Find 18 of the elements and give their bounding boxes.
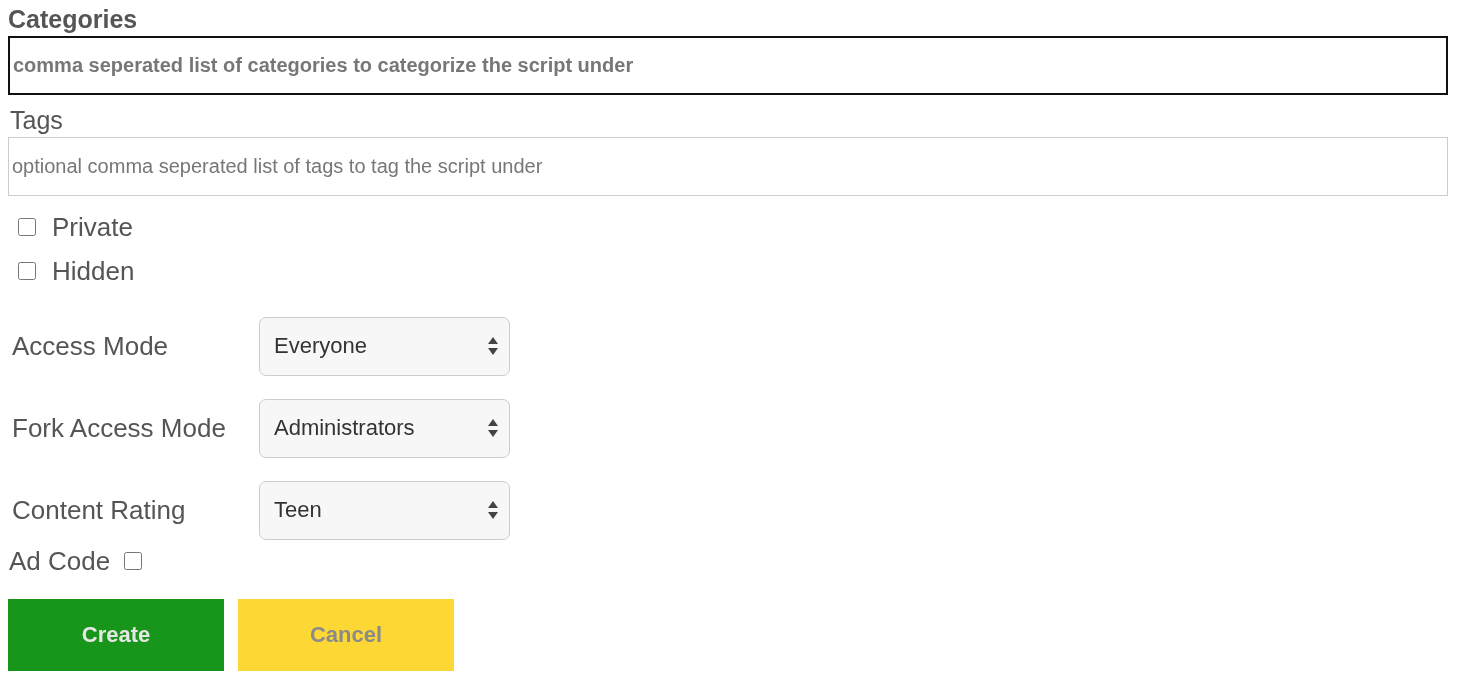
checkbox-label: Ad Code — [9, 545, 111, 577]
select-label: Content Rating — [11, 494, 187, 526]
up-down-arrows-icon — [487, 336, 499, 356]
checkbox[interactable] — [124, 552, 143, 570]
up-down-arrows-icon — [487, 418, 499, 438]
checkbox[interactable] — [18, 262, 36, 280]
dropdown-select[interactable]: Everyone — [259, 316, 510, 376]
dropdown-select[interactable]: Teen — [259, 480, 510, 540]
field-label: Categories — [8, 4, 138, 35]
up-down-arrows-icon — [487, 500, 499, 520]
text-field[interactable]: comma seperated list of categories to categorize the script under — [8, 36, 1448, 95]
select-label: Access Mode — [11, 330, 170, 362]
checkbox-label: Hidden — [52, 255, 135, 287]
checkbox-label: Private — [52, 211, 133, 243]
dropdown-select[interactable]: Administrators — [259, 398, 510, 458]
select-label: Fork Access Mode — [11, 412, 227, 444]
checkbox[interactable] — [18, 218, 36, 236]
field-label: Tags — [9, 105, 63, 136]
